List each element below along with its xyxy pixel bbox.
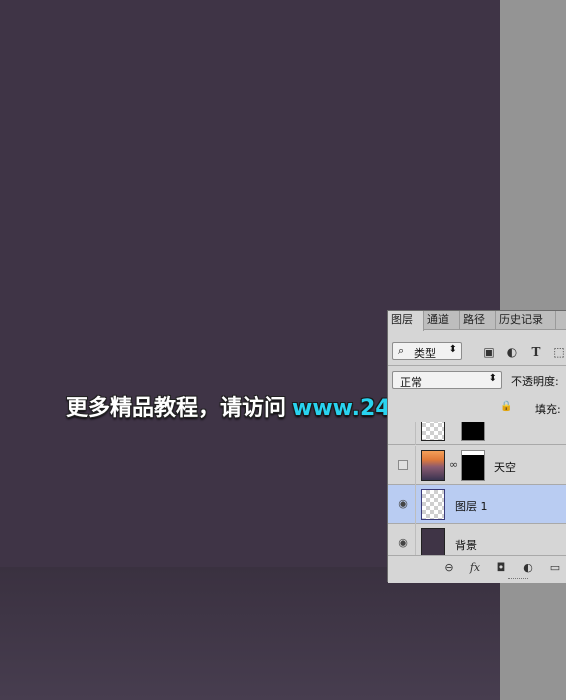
- layer-row-layer1[interactable]: ◉ 图层 1: [388, 485, 566, 524]
- type-filter-icon[interactable]: T: [529, 345, 543, 359]
- panel-footer: ⊖ fx ◘ ◐ ▭: [388, 555, 566, 583]
- eye-icon[interactable]: ◉: [396, 497, 410, 511]
- layer-name: 背景: [455, 539, 477, 552]
- search-icon: ⌕: [398, 344, 405, 357]
- divider: [388, 365, 566, 366]
- layer-row-sky[interactable]: ∞ 天空: [388, 446, 566, 485]
- eye-icon[interactable]: ◉: [396, 536, 410, 550]
- filter-type-label: 类型: [414, 347, 436, 360]
- canvas-floor-gradient: [0, 567, 500, 700]
- opacity-label: 不透明度:: [511, 375, 559, 388]
- fill-label: 填充:: [535, 403, 561, 416]
- layer-row-partial[interactable]: [388, 422, 566, 445]
- layer-name: 图层 1: [455, 500, 488, 513]
- layer-mask-thumbnail[interactable]: [461, 422, 485, 441]
- folder-icon[interactable]: ▭: [548, 561, 562, 575]
- lock-icon[interactable]: 🔒: [500, 401, 512, 412]
- layer-name: 天空: [494, 461, 516, 474]
- layer-thumbnail: [421, 450, 445, 481]
- layers-panel: 图层 通道 路径 历史记录 ⌕ 类型 ⬍ ▣ ◐ T ⬚ 正常 ⬍ 不透明度: …: [387, 310, 566, 583]
- tab-history[interactable]: 历史记录: [496, 311, 556, 330]
- divider: [415, 446, 416, 485]
- tab-paths[interactable]: 路径: [460, 311, 496, 330]
- image-filter-icon[interactable]: ▣: [482, 345, 496, 359]
- layer-list: ∞ 天空 ◉ 图层 1 ◉ 背景: [388, 422, 566, 574]
- shape-filter-icon[interactable]: ⬚: [552, 345, 566, 359]
- layer-thumbnail: [421, 422, 445, 441]
- layer-mask-thumbnail[interactable]: [461, 450, 485, 481]
- divider: [415, 485, 416, 524]
- blend-mode-select[interactable]: 正常 ⬍: [392, 371, 502, 389]
- chevron-updown-icon: ⬍: [448, 344, 457, 355]
- panel-tab-bar: 图层 通道 路径 历史记录: [388, 311, 566, 331]
- chevron-updown-icon: ⬍: [488, 373, 497, 384]
- link-chain-icon[interactable]: ∞: [449, 458, 458, 471]
- tab-layers[interactable]: 图层: [388, 311, 424, 331]
- visibility-toggle[interactable]: [398, 460, 408, 470]
- adjustment-icon[interactable]: ◐: [521, 561, 535, 575]
- mask-icon[interactable]: ◘: [494, 561, 508, 575]
- resize-grip[interactable]: [508, 578, 528, 581]
- fx-icon[interactable]: fx: [468, 561, 482, 575]
- blend-mode-value: 正常: [400, 376, 422, 389]
- divider: [415, 422, 416, 445]
- layer-thumbnail: [421, 489, 445, 520]
- adjustment-filter-icon[interactable]: ◐: [505, 345, 519, 359]
- link-icon[interactable]: ⊖: [442, 561, 456, 575]
- layer-filter-select[interactable]: ⌕ 类型 ⬍: [392, 342, 462, 360]
- watermark-text: 更多精品教程，请访问: [66, 396, 287, 421]
- tab-channels[interactable]: 通道: [424, 311, 460, 330]
